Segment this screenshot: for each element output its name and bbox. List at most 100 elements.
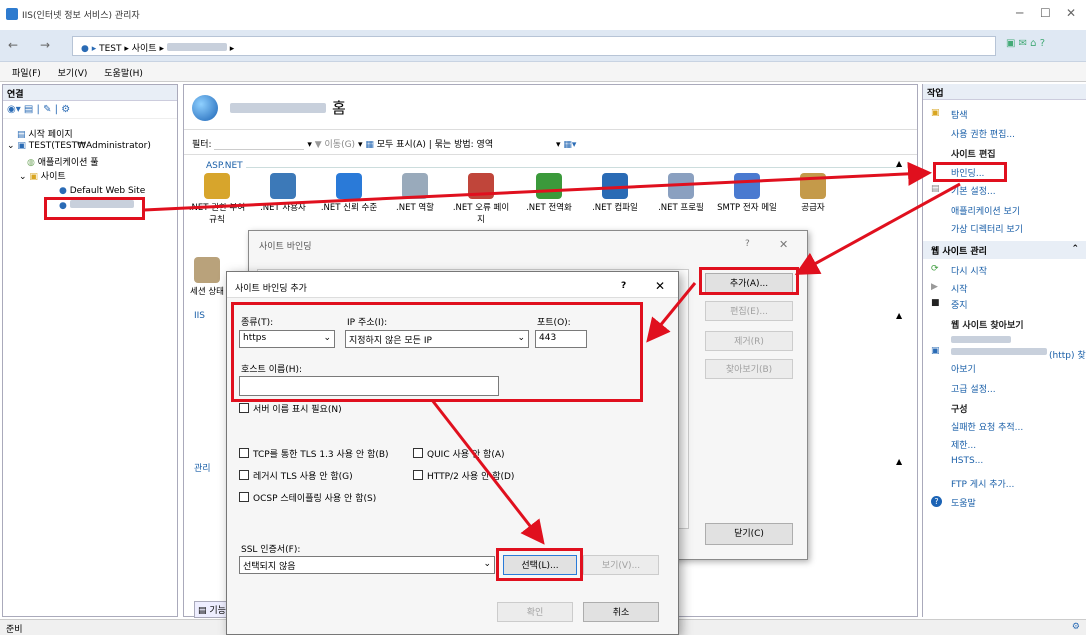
browse-binding-button[interactable]: 찾아보기(B)	[705, 359, 793, 379]
folder-icon: ▣	[29, 172, 38, 182]
menu-help[interactable]: 도움말(H)	[104, 69, 143, 79]
forward-arrow-icon[interactable]: →	[40, 38, 50, 52]
tree-server[interactable]: ⌄ ▣ TEST(TEST₩Administrator)	[7, 141, 151, 151]
menu-bar: 파일(F) 보기(V) 도움말(H)	[0, 62, 1086, 82]
go-button[interactable]: 이동(G)	[325, 140, 356, 150]
actions-pane: 작업 ▣ 탐색 사용 권한 편집... 사이트 편집 바인딩... ▤ 기본 설…	[922, 84, 1086, 617]
folder-explore-icon: ▣	[931, 108, 940, 118]
highlight-add-button	[699, 267, 799, 295]
action-browse-suffix[interactable]: 아보기	[951, 362, 976, 375]
tree-app-pools[interactable]: ◍ 애플리케이션 풀	[27, 155, 99, 168]
tls13-checkbox[interactable]: TCP를 통한 TLS 1.3 사용 안 함(B)	[239, 447, 389, 460]
menu-view[interactable]: 보기(V)	[58, 69, 88, 79]
dropdown-arrow-icon[interactable]: ▾	[556, 140, 561, 150]
minimize-icon[interactable]: ─	[1016, 6, 1023, 20]
action-limits[interactable]: 제한...	[951, 438, 976, 451]
section-aspnet: ASP.NET	[206, 161, 243, 171]
net-profile-feature[interactable]: .NET 프로필	[650, 173, 712, 213]
actions-header: 작업	[923, 84, 1086, 100]
back-arrow-icon[interactable]: ←	[8, 38, 18, 52]
help-icon[interactable]: ?	[745, 239, 750, 249]
action-hsts[interactable]: HSTS...	[951, 456, 983, 466]
smtp-email-feature[interactable]: SMTP 전자 메일	[716, 173, 778, 213]
action-help[interactable]: 도움말	[951, 496, 976, 509]
start-icon: ▶	[931, 282, 938, 292]
maximize-icon[interactable]: ☐	[1040, 6, 1051, 20]
add-binding-dialog: 사이트 바인딩 추가 ? ✕ 종류(T): https ⌄ IP 주소(I): 지…	[226, 271, 679, 635]
address-breadcrumb[interactable]: ● ▸ TEST ▸ 사이트 ▸ ▸	[72, 36, 996, 56]
remove-binding-button[interactable]: 제거(R)	[705, 331, 793, 351]
close-icon[interactable]: ✕	[1066, 6, 1076, 20]
action-advanced-settings[interactable]: 고급 설정...	[951, 382, 996, 395]
ok-button[interactable]: 확인	[497, 602, 573, 622]
browse-icon: ▣	[931, 346, 940, 356]
breadcrumb-site-redacted[interactable]	[166, 43, 227, 51]
navigation-bar: ← → ● ▸ TEST ▸ 사이트 ▸ ▸ ▣ ✉ ⌂ ?	[0, 30, 1086, 62]
filter-input[interactable]	[214, 140, 305, 150]
net-users-feature[interactable]: .NET 사용자	[252, 173, 314, 213]
close-icon[interactable]: ✕	[779, 238, 788, 251]
action-view-applications[interactable]: 애플리케이션 보기	[951, 204, 1020, 217]
ssl-cert-select[interactable]: 선택되지 않음 ⌄	[239, 556, 495, 574]
tree-start-page[interactable]: ▤ 시작 페이지	[17, 127, 73, 140]
restart-icon: ⟳	[931, 264, 939, 274]
tree-sites[interactable]: ⌄ ▣ 사이트	[19, 169, 66, 182]
breadcrumb-sites[interactable]: 사이트	[132, 44, 157, 54]
collapse-arrow-icon[interactable]: ▲	[896, 457, 902, 466]
toolbar-icons[interactable]: ▣ ✉ ⌂ ?	[1006, 38, 1078, 52]
collapse-arrow-icon[interactable]: ▲	[896, 311, 902, 320]
cancel-button[interactable]: 취소	[583, 602, 659, 622]
net-trust-feature[interactable]: .NET 신뢰 수준	[318, 173, 380, 213]
net-trust-icon	[336, 173, 362, 199]
action-explore[interactable]: 탐색	[951, 108, 968, 121]
action-stop[interactable]: 중지	[951, 298, 968, 311]
section-manage: 관리	[194, 464, 211, 474]
action-basic-settings[interactable]: 기본 설정...	[951, 184, 996, 197]
action-restart[interactable]: 다시 시작	[951, 264, 987, 277]
net-roles-feature[interactable]: .NET 역할	[384, 173, 446, 213]
action-view-virtual-dirs[interactable]: 가상 디렉터리 보기	[951, 222, 1023, 235]
collapse-circle-icon[interactable]: ⌃	[1071, 244, 1079, 254]
feature-label: .NET 권한 부여 규칙	[188, 203, 246, 225]
edit-binding-button[interactable]: 편집(E)...	[705, 301, 793, 321]
tree-default-web-site[interactable]: ● Default Web Site	[59, 186, 145, 196]
sni-checkbox[interactable]: 서버 이름 표시 필요(N)	[239, 402, 342, 415]
connections-toolbar[interactable]: ◉▾ ▤ | ✎ | ⚙	[3, 101, 177, 119]
net-error-pages-feature[interactable]: .NET 오류 페이지	[450, 173, 512, 225]
action-failed-request-tracing[interactable]: 실패한 요청 추적...	[951, 420, 1023, 433]
status-text: 준비	[6, 625, 23, 635]
highlight-bindings	[933, 162, 1007, 182]
net-globalization-feature[interactable]: .NET 전역화	[518, 173, 580, 213]
start-page-icon: ▤	[17, 130, 26, 140]
net-authorization-feature[interactable]: .NET 권한 부여 규칙	[186, 173, 248, 225]
feature-label: .NET 오류 페이지	[452, 203, 510, 225]
http2-checkbox[interactable]: HTTP/2 사용 안 함(D)	[413, 469, 514, 482]
features-view-tab[interactable]: ▤ 기능	[194, 601, 230, 618]
providers-feature[interactable]: 공급자	[782, 173, 844, 213]
show-all-button[interactable]: 모두 표시(A)	[377, 140, 426, 150]
action-start[interactable]: 시작	[951, 282, 968, 295]
view-cert-button[interactable]: 보기(V)...	[583, 555, 659, 575]
redacted-url-2	[951, 348, 1047, 355]
action-edit-permissions[interactable]: 사용 권한 편집...	[951, 127, 1015, 140]
section-divider	[246, 167, 898, 168]
page-title: 홈	[332, 99, 346, 117]
manage-site-heading: 웹 사이트 관리 ⌃	[923, 241, 1086, 259]
collapse-arrow-icon[interactable]: ▲	[896, 159, 902, 168]
action-browse-http[interactable]: (http) 찾	[1049, 348, 1086, 361]
close-icon[interactable]: ✕	[655, 279, 665, 293]
session-state-icon[interactable]	[194, 257, 220, 283]
ocsp-checkbox[interactable]: OCSP 스테이플링 사용 안 함(S)	[239, 491, 376, 504]
legacy-tls-checkbox[interactable]: 레거시 TLS 사용 안 함(G)	[239, 469, 353, 482]
help-icon[interactable]: ?	[621, 281, 626, 291]
menu-file[interactable]: 파일(F)	[12, 69, 41, 79]
breadcrumb-test[interactable]: TEST	[99, 44, 121, 54]
view-mode-icon[interactable]: ▦▾	[563, 140, 576, 150]
group-by-select[interactable]: 영역	[477, 140, 494, 150]
server-icon: ▣	[17, 141, 26, 151]
net-compilation-feature[interactable]: .NET 컴파일	[584, 173, 646, 213]
quic-checkbox[interactable]: QUIC 사용 안 함(A)	[413, 447, 505, 460]
checkbox-icon	[413, 448, 423, 458]
close-dialog-button[interactable]: 닫기(C)	[705, 523, 793, 545]
action-add-ftp[interactable]: FTP 게시 추가...	[951, 477, 1014, 490]
